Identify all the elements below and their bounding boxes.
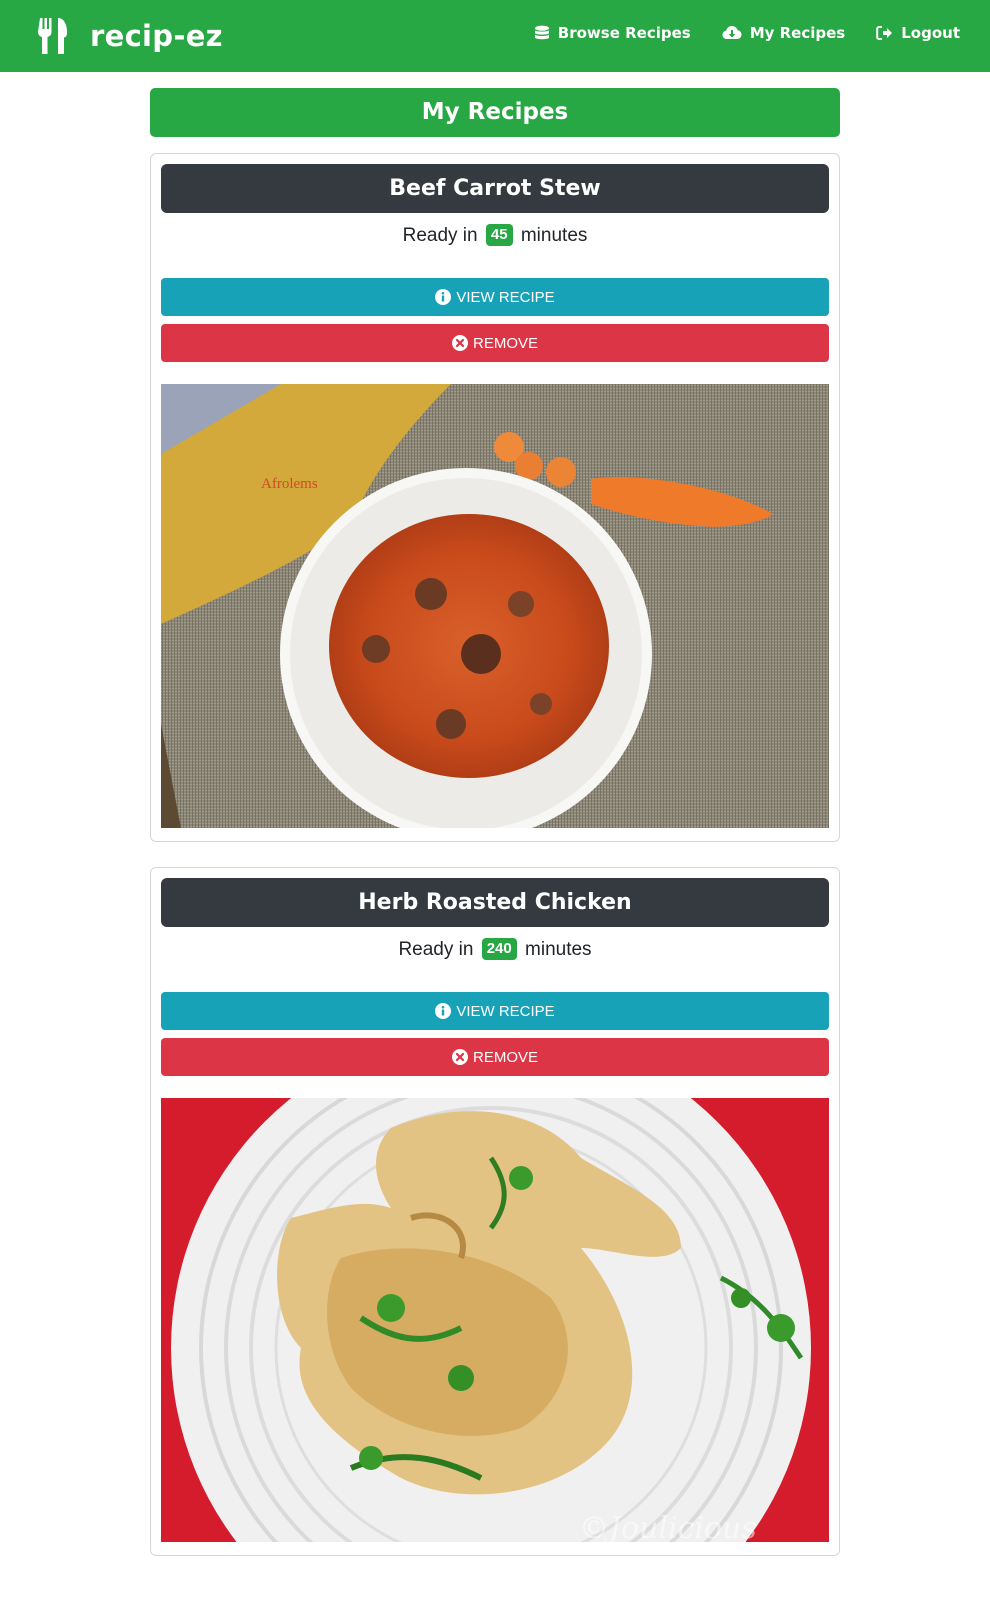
remove-label: REMOVE (472, 1048, 538, 1066)
utensils-icon (38, 18, 67, 54)
times-circle-icon (451, 335, 468, 351)
recipe-title: Herb Roasted Chicken (161, 878, 829, 927)
cloud-download-icon (722, 26, 742, 39)
view-recipe-button[interactable]: VIEW RECIPE (161, 278, 829, 316)
view-recipe-label: VIEW RECIPE (456, 1002, 555, 1020)
brand-link[interactable]: recip-ez (38, 14, 223, 58)
recipe-photo: Afrolems (161, 384, 829, 828)
nav-browse-recipes[interactable]: Browse Recipes (534, 24, 691, 42)
recipe-card: Beef Carrot Stew Ready in 45 minutes VIE… (150, 153, 840, 842)
nav-logout[interactable]: Logout (876, 24, 960, 42)
navbar: recip-ez Browse Recipes My Recipes Logou… (0, 0, 990, 72)
ready-time: Ready in 45 minutes (151, 222, 839, 250)
times-circle-icon (451, 1049, 468, 1065)
info-circle-icon (435, 289, 452, 305)
ready-time: Ready in 240 minutes (151, 936, 839, 964)
sign-out-icon (876, 26, 893, 40)
page-title: My Recipes (150, 88, 840, 137)
view-recipe-button[interactable]: VIEW RECIPE (161, 992, 829, 1030)
ready-suffix: minutes (525, 939, 592, 960)
nav-logout-label: Logout (901, 24, 960, 42)
photo-watermark: ©Joulicious (579, 1511, 757, 1542)
info-circle-icon (435, 1003, 452, 1019)
recipe-title: Beef Carrot Stew (161, 164, 829, 213)
remove-button[interactable]: REMOVE (161, 324, 829, 362)
ready-prefix: Ready in (402, 225, 478, 246)
photo-watermark: Afrolems (261, 476, 318, 492)
ready-prefix: Ready in (398, 939, 474, 960)
nav-my-recipes[interactable]: My Recipes (722, 24, 846, 42)
minutes-badge: 45 (485, 224, 513, 246)
view-recipe-label: VIEW RECIPE (456, 288, 555, 306)
brand-name: recip-ez (90, 19, 223, 53)
database-icon (534, 25, 549, 40)
remove-button[interactable]: REMOVE (161, 1038, 829, 1076)
nav-my-recipes-label: My Recipes (749, 24, 846, 42)
ready-suffix: minutes (520, 225, 588, 246)
recipe-photo: ©Joulicious (161, 1098, 829, 1542)
remove-label: REMOVE (472, 334, 538, 352)
nav-browse-label: Browse Recipes (557, 24, 691, 42)
minutes-badge: 240 (481, 938, 517, 960)
recipe-card: Herb Roasted Chicken Ready in 240 minute… (150, 867, 840, 1556)
nav-links: Browse Recipes My Recipes Logout (503, 24, 960, 42)
